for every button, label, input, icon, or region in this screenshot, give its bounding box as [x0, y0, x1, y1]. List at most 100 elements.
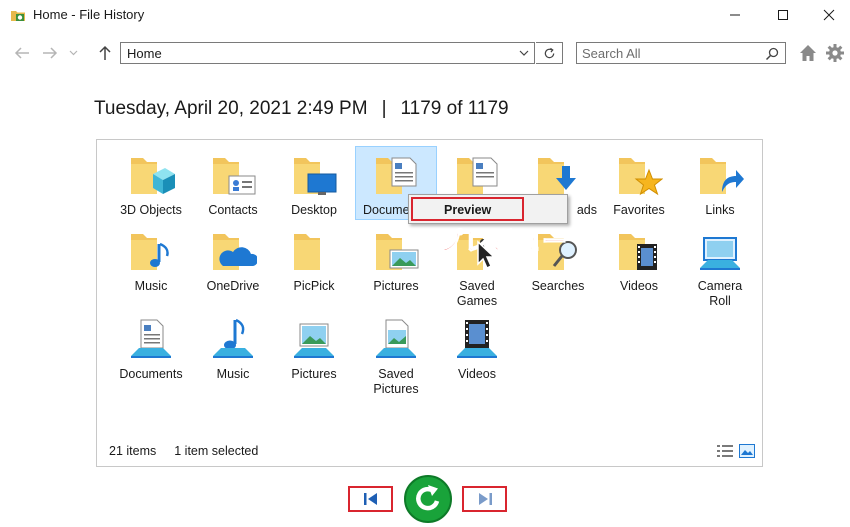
folder-downloads-hidden[interactable]	[436, 152, 518, 200]
previous-version-icon	[363, 493, 377, 505]
heading-separator: |	[381, 98, 387, 119]
large-icons-view-icon[interactable]	[739, 444, 755, 458]
chevron-down-icon[interactable]	[518, 47, 530, 59]
chevron-down-icon	[69, 50, 77, 56]
item-label: Contacts	[208, 203, 258, 217]
file-list-panel: 3D Objects Contacts Desktop Docume ads F…	[96, 139, 763, 467]
forward-arrow-icon	[43, 47, 58, 59]
previous-version-button[interactable]	[348, 486, 393, 512]
refresh-button[interactable]	[536, 42, 563, 64]
restore-button[interactable]	[403, 474, 453, 524]
folder-pictures[interactable]: Pictures	[355, 228, 437, 294]
item-label: Links	[705, 203, 735, 217]
window-title: Home - File History	[33, 7, 145, 22]
status-bar: 21 items 1 item selected	[109, 444, 258, 458]
gear-icon	[826, 44, 844, 62]
details-view-icon[interactable]	[717, 444, 733, 458]
refresh-icon	[544, 47, 554, 58]
folder-favorites[interactable]: Favorites	[598, 152, 680, 218]
restore-icon	[404, 475, 452, 523]
library-pictures[interactable]: Pictures	[273, 316, 355, 382]
minimize-icon	[730, 14, 740, 16]
item-label: Videos	[620, 279, 658, 293]
search-icon[interactable]	[765, 47, 779, 61]
item-label: Camera Roll	[697, 279, 743, 308]
item-label: Music	[216, 367, 250, 381]
home-icon	[800, 45, 816, 61]
library-saved-pictures-icon	[376, 319, 416, 358]
folder-picpick[interactable]: PicPick	[273, 228, 355, 294]
folder-music-icon	[131, 234, 169, 270]
backup-date-heading: Tuesday, April 20, 2021 2:49 PM | 1179 of …	[94, 98, 509, 120]
up-button[interactable]	[95, 43, 115, 63]
folder-pictures-icon	[376, 234, 419, 270]
folder-contacts-icon	[213, 158, 256, 195]
library-videos-icon	[457, 320, 497, 358]
folder-favorites-icon	[619, 158, 663, 196]
item-label: Pictures	[291, 367, 337, 381]
folder-documents-icon	[457, 157, 498, 194]
item-label: Documents	[119, 367, 183, 381]
library-documents[interactable]: Documents	[110, 316, 192, 382]
search-input[interactable]	[582, 45, 762, 61]
version-counter: 1179 of 1179	[400, 98, 509, 119]
item-count: 21 items	[109, 444, 157, 458]
title-bar: Home - File History	[0, 0, 850, 30]
folder-icon	[294, 234, 320, 270]
folder-downloads-icon	[538, 158, 576, 194]
address-value: Home	[127, 46, 162, 61]
next-version-button[interactable]	[462, 486, 507, 512]
item-label: Saved Games	[456, 279, 498, 308]
mouse-cursor-icon	[477, 240, 496, 270]
folder-videos[interactable]: Videos	[598, 228, 680, 294]
search-box[interactable]	[576, 42, 786, 64]
item-label: 3D Objects	[120, 203, 182, 217]
folder-music[interactable]: Music	[110, 228, 192, 294]
library-saved-pictures[interactable]: Saved Pictures	[355, 316, 437, 397]
close-button[interactable]	[806, 0, 850, 30]
item-label: PicPick	[293, 279, 335, 293]
item-label: Desktop	[291, 203, 337, 217]
maximize-button[interactable]	[760, 0, 806, 30]
library-videos[interactable]: Videos	[436, 316, 518, 382]
folder-desktop[interactable]: Desktop	[273, 152, 355, 218]
item-label: Favorites	[613, 203, 665, 217]
library-documents-icon	[131, 319, 171, 358]
item-label: Saved Pictures	[373, 367, 419, 396]
item-label: Searches	[531, 279, 585, 293]
folder-onedrive[interactable]: OneDrive	[192, 228, 274, 294]
back-button[interactable]	[12, 43, 32, 63]
folder-documents-icon	[376, 157, 417, 194]
camera-roll-icon	[700, 237, 740, 270]
minimize-button[interactable]	[712, 0, 758, 30]
forward-button[interactable]	[40, 43, 60, 63]
folder-links-icon	[700, 158, 744, 194]
recent-locations-button[interactable]	[66, 43, 80, 63]
folder-3d-objects-icon	[131, 158, 175, 194]
context-menu: Preview	[408, 194, 568, 224]
address-bar[interactable]: Home	[120, 42, 535, 64]
selection-count: 1 item selected	[174, 444, 259, 458]
item-label: Pictures	[373, 279, 419, 293]
backup-date: Tuesday, April 20, 2021 2:49 PM	[94, 98, 368, 119]
folder-contacts[interactable]: Contacts	[192, 152, 274, 218]
library-pictures-icon	[294, 323, 334, 358]
item-label: Videos	[458, 367, 496, 381]
library-music-icon	[213, 318, 253, 358]
maximize-icon	[778, 10, 788, 20]
next-version-icon	[478, 493, 492, 505]
settings-button[interactable]	[825, 43, 845, 63]
onedrive-icon	[213, 234, 257, 270]
camera-roll[interactable]: Camera Roll	[679, 228, 761, 309]
annotation-label: プレビュー	[437, 226, 569, 256]
folder-links[interactable]: Links	[679, 152, 761, 218]
folder-3d-objects[interactable]: 3D Objects	[110, 152, 192, 218]
library-music[interactable]: Music	[192, 316, 274, 382]
up-arrow-icon	[99, 45, 111, 60]
item-label: Music	[134, 279, 168, 293]
context-menu-preview[interactable]: Preview	[411, 197, 524, 221]
folder-videos-icon	[619, 234, 657, 270]
item-label: OneDrive	[206, 279, 260, 293]
file-history-app-icon	[11, 11, 25, 21]
home-button[interactable]	[798, 43, 818, 63]
